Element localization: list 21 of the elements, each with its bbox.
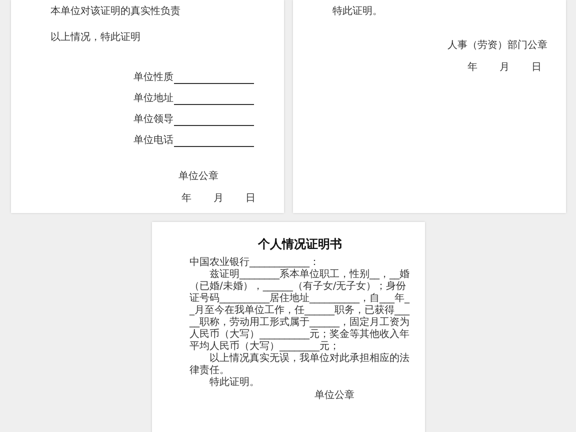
date-label: 年 [182, 192, 192, 205]
body-text: 本单位对该证明的真实性负责 [50, 4, 182, 18]
date-label: 月 [500, 61, 510, 74]
date-label: 年 [468, 61, 478, 74]
field-label: 单位领导 [134, 112, 174, 126]
date-label: 日 [532, 61, 542, 74]
field-label: 单位性质 [134, 70, 174, 84]
date-label: 月 [214, 192, 224, 205]
closing-text: 特此证明。 [208, 377, 260, 389]
body-text: 兹证明________系本单位职工，性别__，__婚（已婚/未婚），______（有子女/无子女）；身份证号码__________居住地址__________，自___年__月至今在我单位工作，任______职务，已获得_____职称，劳动用工形式属于______，固定月工资为人民币（大写）__________元；奖金等其他收入年平均人民币（大写）________元； [190, 269, 410, 352]
body-text: 以上情况，特此证明 [50, 30, 142, 44]
addressee-text: 中国农业银行____________： [190, 257, 320, 268]
body-text: 以上情况真实无误，我单位对此承担相应的法律责任。 [190, 353, 410, 376]
seal-label: 单位公章 [314, 390, 356, 402]
document-title: 个人情况证明书 [256, 236, 343, 253]
body-text: 特此证明。 [332, 4, 384, 18]
seal-label: 单位公章 [178, 170, 220, 183]
field-label: 单位地址 [134, 92, 174, 105]
field-label: 单位电话 [134, 134, 174, 147]
date-label: 日 [246, 192, 256, 205]
seal-label: 人事（劳资）部门公章 [448, 38, 546, 52]
